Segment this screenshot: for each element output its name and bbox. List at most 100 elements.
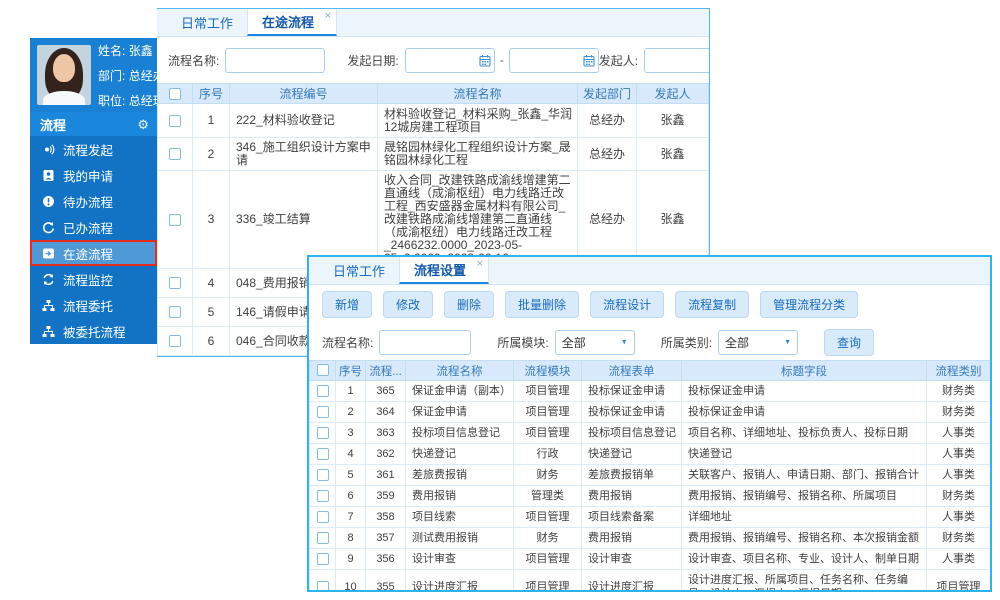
table-header-row: 序号 流程编号 流程名称 发起部门 发起人 <box>158 84 709 104</box>
flow-settings-window: 日常工作 流程设置 × 新增修改删除批量删除流程设计流程复制管理流程分类 流程名… <box>307 255 992 592</box>
window1-filterbar: 流程名称: 发起日期: - 发起人: <box>157 37 709 83</box>
cell-no: 7 <box>336 507 366 528</box>
desktop-stage: 姓名: 张鑫 部门: 总经办 职位: 总经理 流程 ⚙ 流程发起 我的申请 <box>0 0 1000 600</box>
cell-no: 5 <box>336 465 366 486</box>
calendar-icon[interactable] <box>479 54 491 67</box>
tab-in-transit-flows[interactable]: 在途流程 × <box>247 9 337 36</box>
cell-no: 3 <box>336 423 366 444</box>
cell-module: 项目管理 <box>514 423 582 444</box>
calendar-icon[interactable] <box>583 54 595 67</box>
toolbar-button[interactable]: 流程复制 <box>675 291 749 318</box>
date-separator: - <box>500 53 504 67</box>
toolbar-button[interactable]: 管理流程分类 <box>760 291 858 318</box>
row-checkbox[interactable] <box>317 448 329 460</box>
cell-no: 2 <box>336 402 366 423</box>
row-checkbox[interactable] <box>169 214 181 226</box>
flow-name-input[interactable] <box>225 48 325 73</box>
module-label: 所属模块: <box>497 334 548 351</box>
cell-flow-name: 设计进度汇报 <box>406 570 514 593</box>
megaphone-icon <box>41 142 55 156</box>
cell-no: 8 <box>336 528 366 549</box>
tab-daily-work[interactable]: 日常工作 <box>319 257 399 284</box>
row-checkbox[interactable] <box>317 490 329 502</box>
table-row: 2 346_施工组织设计方案申请 晟铭园林绿化工程组织设计方案_晟铭园林绿化工程… <box>158 138 709 171</box>
sidebar-item-monitor[interactable]: 流程监控 <box>30 266 157 292</box>
sidebar-item-completed[interactable]: 已办流程 <box>30 214 157 240</box>
cell-flow-name: 材料验收登记_材料采购_张鑫_华润12城房建工程项目 <box>378 104 578 138</box>
search-button[interactable]: 查询 <box>824 329 874 356</box>
sidebar-item-pending[interactable]: 待办流程 <box>30 188 157 214</box>
cell-module: 项目管理 <box>514 381 582 402</box>
initiator-label: 发起人: <box>599 52 638 69</box>
row-checkbox[interactable] <box>169 277 181 289</box>
toolbar-button[interactable]: 批量删除 <box>505 291 579 318</box>
row-checkbox[interactable] <box>169 115 181 127</box>
profile-dept-label: 部门: <box>98 69 125 83</box>
sidebar-item-label: 被委托流程 <box>63 322 126 341</box>
tab-flow-settings[interactable]: 流程设置 × <box>399 257 489 284</box>
date-to-box <box>509 48 599 73</box>
row-checkbox[interactable] <box>317 469 329 481</box>
cell-flow-code: 364 <box>366 402 406 423</box>
row-checkbox[interactable] <box>317 385 329 397</box>
cell-title-fields: 快递登记 <box>682 444 927 465</box>
select-all-checkbox[interactable] <box>317 364 329 376</box>
select-all-checkbox[interactable] <box>169 88 181 100</box>
toolbar-button[interactable]: 新增 <box>322 291 372 318</box>
sidebar-item-delegate[interactable]: 流程委托 <box>30 292 157 318</box>
cell-flow-name: 设计审查 <box>406 549 514 570</box>
profile-title-label: 职位: <box>98 94 125 108</box>
row-checkbox[interactable] <box>317 553 329 565</box>
flow-settings-table: 序号 流程... 流程名称 流程模块 流程表单 标题字段 流程类别 1 365 … <box>309 360 991 592</box>
cell-no: 5 <box>193 298 230 327</box>
cell-category: 人事类 <box>927 549 991 570</box>
flow-name-label: 流程名称: <box>322 334 373 351</box>
initiator-input[interactable] <box>644 48 709 73</box>
toolbar-button[interactable]: 删除 <box>444 291 494 318</box>
gear-icon[interactable]: ⚙ <box>137 118 149 131</box>
table-row: 8 357 测试费用报销 财务 费用报销 费用报销、报销编号、报销名称、本次报销… <box>310 528 991 549</box>
profile-title: 职位: 总经理 <box>98 92 165 109</box>
row-checkbox[interactable] <box>169 335 181 347</box>
cell-form: 项目线索备案 <box>582 507 682 528</box>
cell-module: 项目管理 <box>514 507 582 528</box>
col-no: 序号 <box>336 361 366 381</box>
row-checkbox[interactable] <box>169 306 181 318</box>
category-select[interactable]: 全部 ▼ <box>718 330 798 355</box>
sidebar-item-delegated-to-me[interactable]: 被委托流程 <box>30 318 157 344</box>
row-select-cell <box>310 507 336 528</box>
cell-category: 人事类 <box>927 444 991 465</box>
row-select-cell <box>310 381 336 402</box>
row-checkbox[interactable] <box>317 427 329 439</box>
sidebar-item-in-transit[interactable]: 在途流程 <box>30 240 157 266</box>
select-all-cell <box>158 84 193 104</box>
cell-flow-name: 保证金申请 <box>406 402 514 423</box>
sidebar-item-initiate[interactable]: 流程发起 <box>30 136 157 162</box>
avatar-shirt <box>43 91 85 105</box>
date-from-box <box>405 48 495 73</box>
toolbar-button[interactable]: 修改 <box>383 291 433 318</box>
row-checkbox[interactable] <box>317 532 329 544</box>
profile-name: 姓名: 张鑫 <box>98 42 165 59</box>
cell-module: 项目管理 <box>514 402 582 423</box>
row-select-cell <box>158 171 193 269</box>
cell-flow-name: 保证金申请（副本） <box>406 381 514 402</box>
cell-flow-name: 项目线索 <box>406 507 514 528</box>
cell-form: 投标保证金申请 <box>582 381 682 402</box>
row-checkbox[interactable] <box>317 581 329 592</box>
close-icon[interactable]: × <box>325 10 331 22</box>
cell-form: 设计审查 <box>582 549 682 570</box>
cell-no: 9 <box>336 549 366 570</box>
toolbar-button[interactable]: 流程设计 <box>590 291 664 318</box>
chevron-down-icon: ▼ <box>784 339 791 346</box>
close-icon[interactable]: × <box>477 258 483 270</box>
row-checkbox[interactable] <box>317 406 329 418</box>
sidebar-item-my-applications[interactable]: 我的申请 <box>30 162 157 188</box>
row-checkbox[interactable] <box>317 511 329 523</box>
row-checkbox[interactable] <box>169 148 181 160</box>
cell-module: 财务 <box>514 465 582 486</box>
tab-label: 流程设置 <box>414 260 466 279</box>
tab-daily-work[interactable]: 日常工作 <box>167 9 247 36</box>
module-select[interactable]: 全部 ▼ <box>555 330 635 355</box>
flow-name-input[interactable] <box>379 330 471 355</box>
